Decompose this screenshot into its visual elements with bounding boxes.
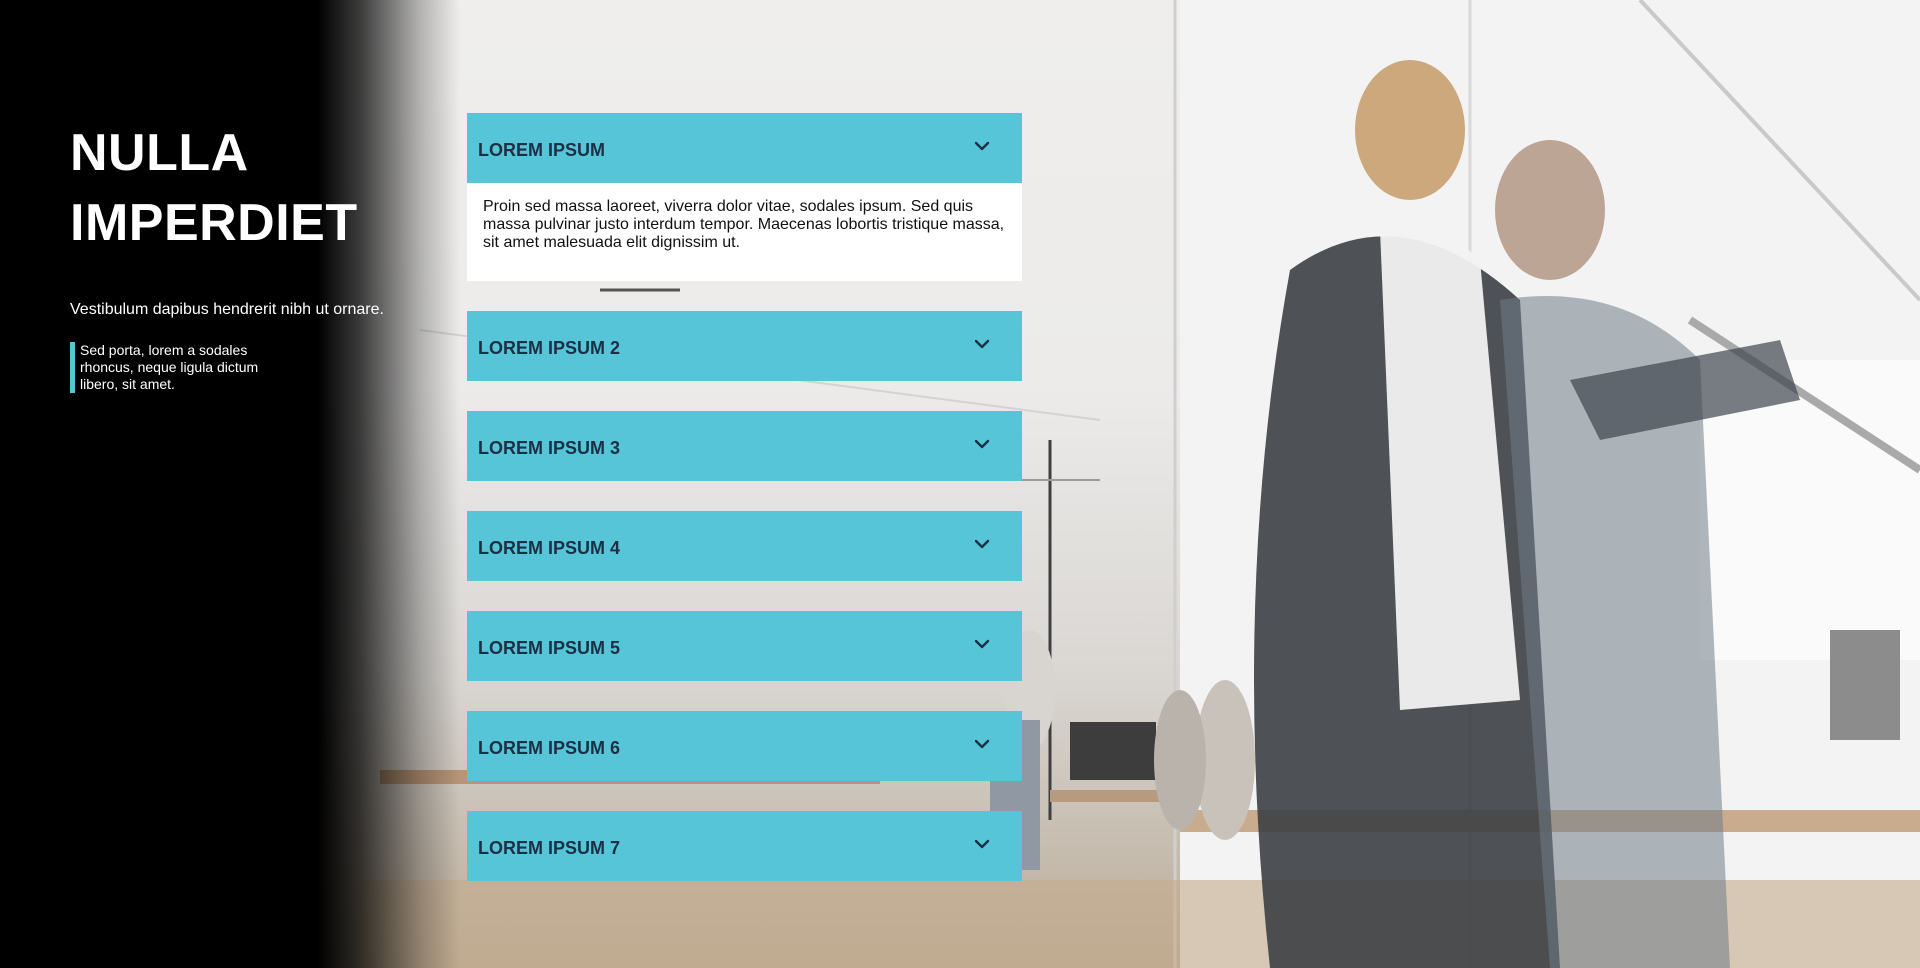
page: NULLA IMPERDIET Vestibulum dapibus hendr… [0, 0, 1920, 968]
chevron-down-icon[interactable] [970, 432, 994, 456]
accordion-header-3[interactable]: LOREM IPSUM 3 [467, 411, 1022, 481]
accordion-label: LOREM IPSUM 4 [478, 537, 621, 558]
accordion-label: LOREM IPSUM [478, 139, 606, 160]
accordion-panel-text: Proin sed massa laoreet, viverra dolor v… [483, 198, 1005, 251]
accordion-item-4: LOREM IPSUM 4 [467, 511, 1022, 581]
accordion-label: LOREM IPSUM 6 [478, 737, 621, 758]
accordion-header-1[interactable]: LOREM IPSUM [467, 113, 1022, 183]
chevron-down-icon[interactable] [970, 732, 994, 756]
accordion: LOREM IPSUM Proin sed massa laoreet, viv… [467, 113, 1022, 911]
hero-subtitle: Vestibulum dapibus hendrerit nibh ut orn… [70, 301, 384, 318]
chevron-down-icon[interactable] [970, 134, 994, 158]
hero-quote: Sed porta, lorem a sodales rhoncus, nequ… [70, 342, 285, 393]
accordion-item-1: LOREM IPSUM Proin sed massa laoreet, viv… [467, 113, 1022, 281]
accordion-label: LOREM IPSUM 7 [478, 837, 621, 858]
accordion-item-6: LOREM IPSUM 6 [467, 711, 1022, 781]
accordion-item-7: LOREM IPSUM 7 [467, 811, 1022, 881]
hero-section: NULLA IMPERDIET Vestibulum dapibus hendr… [70, 118, 410, 393]
chevron-down-icon[interactable] [970, 332, 994, 356]
chevron-down-icon[interactable] [970, 632, 994, 656]
accordion-header-6[interactable]: LOREM IPSUM 6 [467, 711, 1022, 781]
accordion-header-7[interactable]: LOREM IPSUM 7 [467, 811, 1022, 881]
accordion-item-5: LOREM IPSUM 5 [467, 611, 1022, 681]
accordion-label: LOREM IPSUM 5 [478, 637, 621, 658]
accordion-header-5[interactable]: LOREM IPSUM 5 [467, 611, 1022, 681]
accordion-item-2: LOREM IPSUM 2 [467, 311, 1022, 381]
accordion-header-2[interactable]: LOREM IPSUM 2 [467, 311, 1022, 381]
chevron-down-icon[interactable] [970, 832, 994, 856]
accordion-label: LOREM IPSUM 2 [478, 337, 621, 358]
hero-title: NULLA IMPERDIET [70, 124, 358, 252]
accordion-item-3: LOREM IPSUM 3 [467, 411, 1022, 481]
accordion-label: LOREM IPSUM 3 [478, 437, 621, 458]
chevron-down-icon[interactable] [970, 532, 994, 556]
accordion-panel-1: Proin sed massa laoreet, viverra dolor v… [467, 183, 1022, 281]
accordion-header-4[interactable]: LOREM IPSUM 4 [467, 511, 1022, 581]
